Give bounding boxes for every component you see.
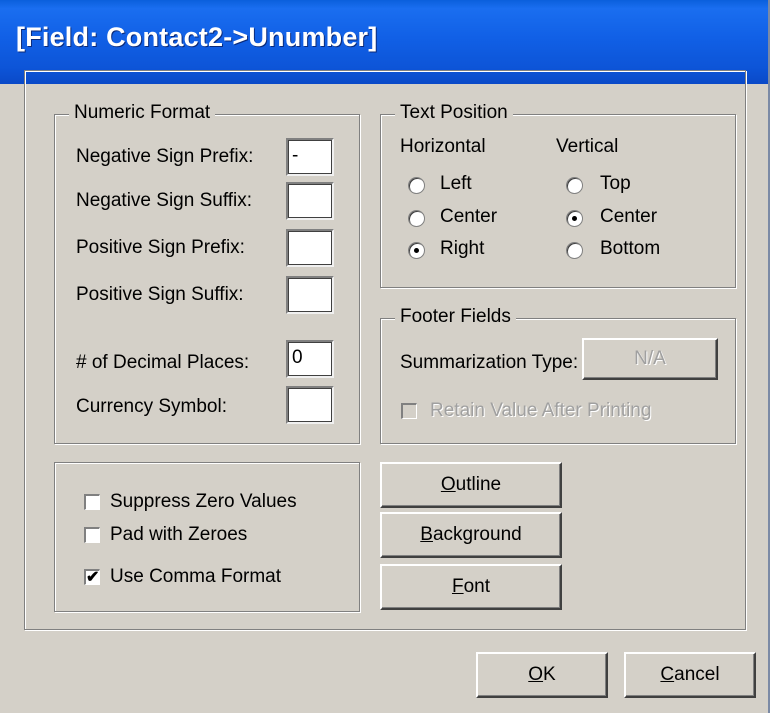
summarization-type-button[interactable]: N/A [582, 338, 718, 380]
check-mark-icon: ✔ [86, 569, 100, 586]
vertical-label: Vertical [556, 136, 619, 157]
pad-zeroes-checkbox[interactable] [84, 527, 100, 543]
outline-button[interactable]: Outline [380, 462, 562, 508]
positive-sign-suffix-field[interactable] [286, 276, 334, 314]
positive-sign-prefix-label: Positive Sign Prefix: [76, 237, 245, 258]
currency-symbol-label: Currency Symbol: [76, 396, 227, 417]
negative-sign-suffix-label: Negative Sign Suffix: [76, 190, 253, 211]
radio-vertical-center[interactable] [566, 210, 583, 227]
radio-horizontal-left[interactable] [408, 177, 425, 194]
use-comma-label[interactable]: Use Comma Format [110, 566, 281, 588]
summarization-type-label: Summarization Type: [400, 352, 579, 373]
radio-horizontal-center[interactable] [408, 210, 425, 227]
negative-sign-prefix-label: Negative Sign Prefix: [76, 146, 254, 167]
radio-horizontal-center-label[interactable]: Center [440, 206, 497, 228]
suppress-zero-checkbox[interactable] [84, 494, 100, 510]
retain-value-label[interactable]: Retain Value After Printing [430, 400, 651, 422]
text-position-legend: Text Position [395, 102, 513, 124]
radio-horizontal-right[interactable] [408, 242, 425, 259]
footer-fields-legend: Footer Fields [395, 306, 516, 328]
window-title: [Field: Contact2->Unumber] [16, 22, 378, 52]
pad-zeroes-label[interactable]: Pad with Zeroes [110, 524, 247, 546]
negative-sign-prefix-field[interactable]: - [286, 138, 334, 176]
decimal-places-field[interactable]: 0 [286, 340, 334, 378]
positive-sign-suffix-label: Positive Sign Suffix: [76, 284, 244, 305]
use-comma-checkbox[interactable]: ✔ [84, 569, 100, 586]
footer-fields-group: Footer Fields [380, 306, 736, 444]
retain-value-checkbox[interactable] [401, 403, 417, 419]
cancel-button[interactable]: Cancel [624, 652, 756, 698]
numeric-format-legend: Numeric Format [69, 102, 216, 124]
radio-vertical-center-label[interactable]: Center [600, 206, 657, 228]
negative-sign-suffix-field[interactable] [286, 182, 334, 220]
radio-horizontal-left-label[interactable]: Left [440, 173, 472, 195]
decimal-places-label: # of Decimal Places: [76, 352, 250, 373]
radio-vertical-top-label[interactable]: Top [600, 173, 631, 195]
font-button[interactable]: Font [380, 564, 562, 610]
suppress-zero-label[interactable]: Suppress Zero Values [110, 491, 297, 513]
ok-button[interactable]: OK [476, 652, 608, 698]
radio-horizontal-right-label[interactable]: Right [440, 238, 484, 260]
horizontal-label: Horizontal [400, 136, 486, 157]
positive-sign-prefix-field[interactable] [286, 229, 334, 267]
field-properties-dialog: [Field: Contact2->Unumber] Numeric Forma… [0, 0, 770, 713]
currency-symbol-field[interactable] [286, 386, 334, 424]
radio-vertical-bottom-label[interactable]: Bottom [600, 238, 660, 260]
radio-vertical-bottom[interactable] [566, 242, 583, 259]
radio-vertical-top[interactable] [566, 177, 583, 194]
background-button[interactable]: Background [380, 512, 562, 558]
